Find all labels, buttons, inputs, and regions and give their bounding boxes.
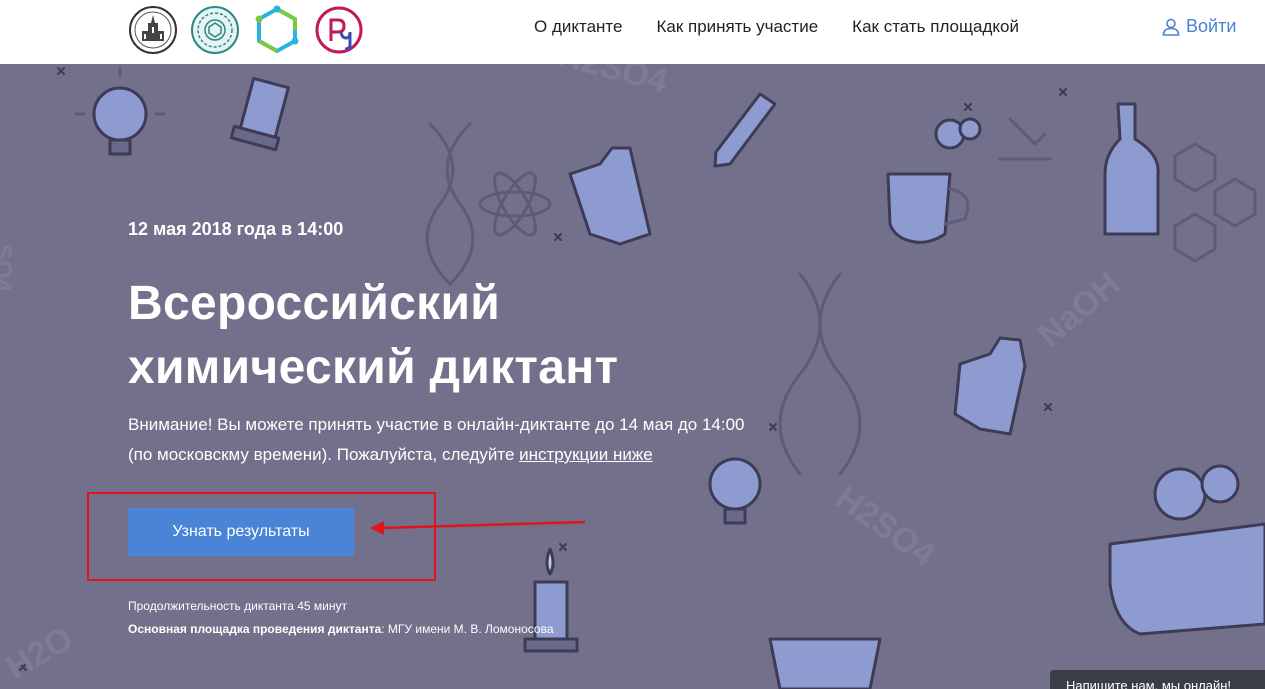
nav-how-to-participate[interactable]: Как принять участие [656,17,818,37]
event-date: 12 мая 2018 года в 14:00 [128,219,344,239]
venue-text: Основная площадка проведения диктанта: М… [128,622,554,636]
atom-icon [478,171,552,237]
dna-icon-2 [778,272,862,476]
bathtub-icon [1108,464,1265,636]
nav-about[interactable]: О диктанте [534,17,622,37]
partner-logos [128,5,364,55]
hero-section: H2SO4 NaOH H2SO4 H2O SO4 12 мая 2018 год… [0,64,1265,689]
chat-widget[interactable]: Напишите нам, мы онлайн! [1050,670,1265,689]
msu-logo-icon[interactable] [128,5,178,55]
chat-widget-label: Напишите нам, мы онлайн! [1066,678,1232,689]
svg-text:H2O: H2O [0,619,79,687]
page-title: Всероссийский химический диктант [128,272,748,400]
main-nav: О диктанте Как принять участие Как стать… [534,17,1019,37]
participation-notice: Внимание! Вы можете принять участие в он… [128,410,768,470]
venue-value: : МГУ имени М. В. Ломоносова [381,622,554,636]
ru-logo-icon[interactable] [314,5,364,55]
chemistry-faculty-logo-icon[interactable] [190,5,240,55]
pencil-icon [713,92,777,168]
login-button[interactable]: Войти [1162,16,1236,37]
molecule-icon [1173,142,1257,263]
title-line-2: химический диктант [128,341,619,394]
nav-become-venue[interactable]: Как стать площадкой [852,17,1019,37]
annotation-arrow-icon [370,520,586,535]
login-label: Войти [1186,16,1237,36]
svg-text:SO4: SO4 [0,244,16,293]
bottle-icon [1103,102,1160,236]
mug-icon [886,117,982,244]
spray-bottle-icon-2 [953,336,1027,436]
title-line-1: Всероссийский [128,277,501,330]
pot-icon [768,637,882,689]
instructions-link[interactable]: инструкции ниже [519,445,653,464]
duration-text: Продолжительность диктанта 45 минут [128,599,348,613]
top-navigation-bar: О диктанте Как принять участие Как стать… [0,0,1265,64]
spray-bottle-icon [568,146,652,246]
svg-text:H2SO4: H2SO4 [829,479,942,574]
venue-label: Основная площадка проведения диктанта [128,622,382,636]
svg-text:NaOH: NaOH [1031,265,1128,355]
candle-icon [229,76,290,152]
microscope-icon [998,117,1052,161]
dna-icon [425,122,475,286]
user-icon [1162,18,1180,36]
lightbulb-icon [74,66,166,156]
hexagon-logo-icon[interactable] [252,5,302,55]
results-button[interactable]: Узнать результаты [128,508,354,556]
svg-text:H2SO4: H2SO4 [554,64,672,101]
